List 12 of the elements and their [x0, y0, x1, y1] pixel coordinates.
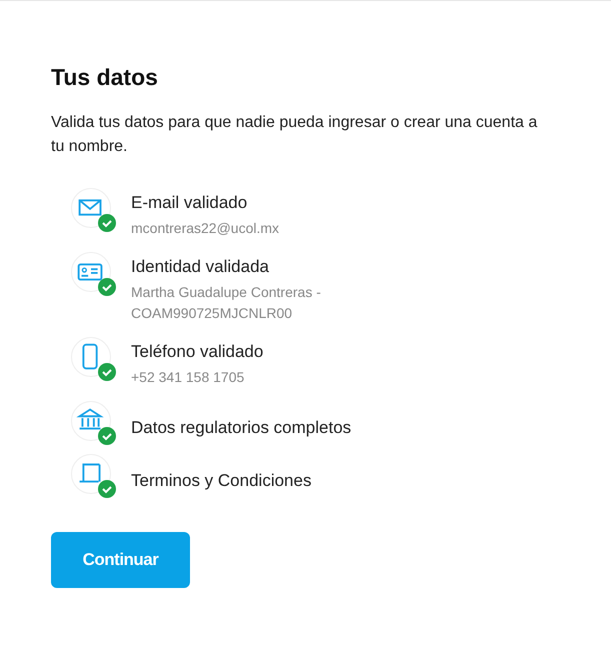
item-detail: +52 341 158 1705	[131, 368, 246, 387]
item-detail: Martha Guadalupe Contreras -	[131, 283, 321, 302]
item-label: E-mail validado	[131, 192, 248, 214]
item-label: Datos regulatorios completos	[131, 417, 352, 439]
continue-button[interactable]: Continuar	[51, 532, 190, 588]
item-label: Identidad validada	[131, 256, 270, 278]
item-detail: COAM990725MJCNLR00	[131, 304, 294, 323]
item-detail: mcontreras22@ucol.mx	[131, 219, 280, 238]
page-title: Tus datos	[51, 64, 159, 91]
item-label: Teléfono validado	[131, 341, 264, 363]
description: Valida tus datos para que nadie pueda ingresar o crear una cuenta a tu nombre.	[51, 113, 538, 157]
item-label: Terminos y Condiciones	[131, 470, 312, 492]
